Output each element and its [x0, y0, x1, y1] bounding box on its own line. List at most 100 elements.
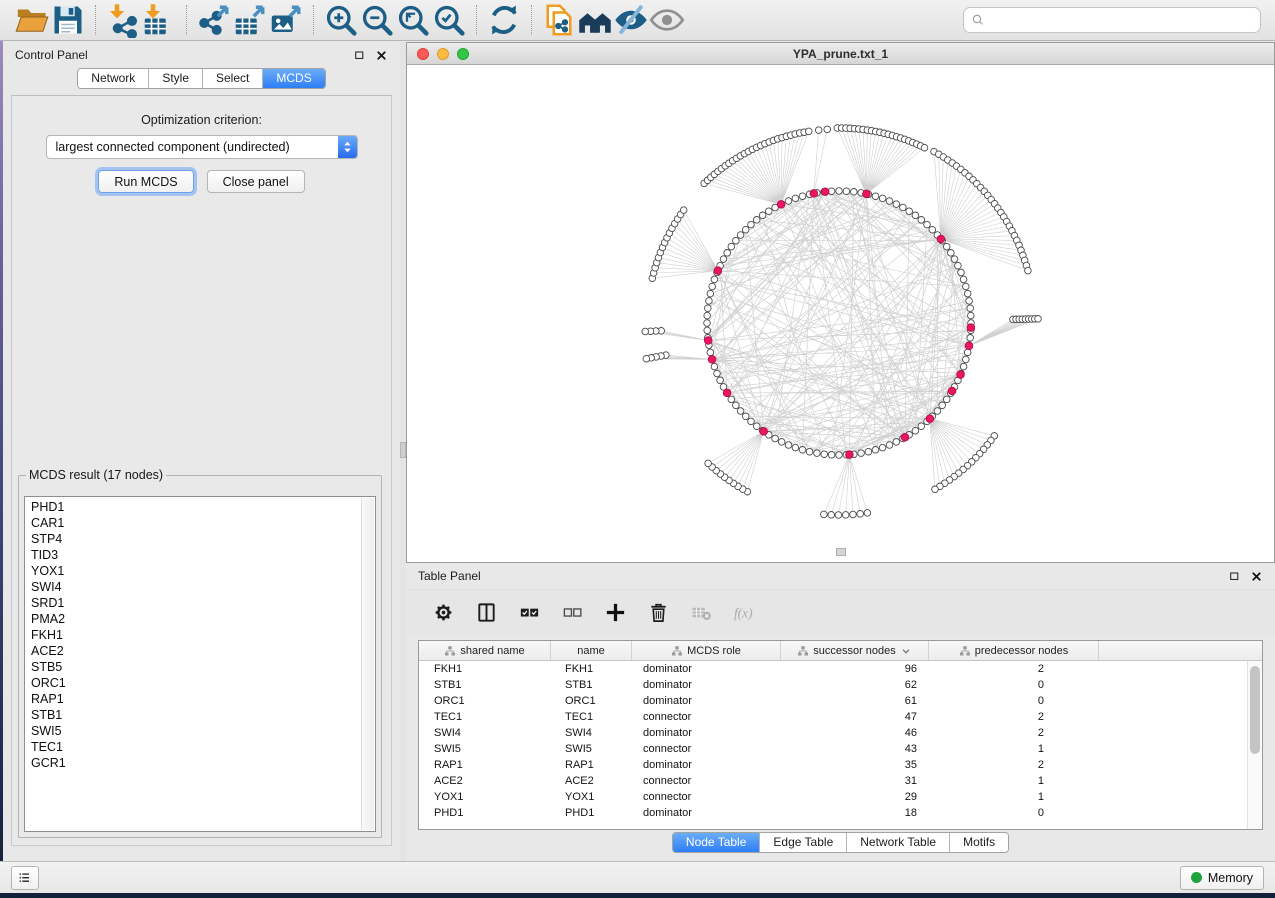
table-cell: TEC1: [419, 709, 551, 725]
table-row[interactable]: SWI4SWI4dominator462: [419, 725, 1247, 741]
table-header-row: shared namenameMCDS rolesuccessor nodesp…: [419, 641, 1262, 661]
duplicate-network-button[interactable]: [541, 4, 577, 36]
zoom-out-button[interactable]: [359, 4, 395, 36]
table-row[interactable]: SWI5SWI5connector431: [419, 741, 1247, 757]
first-neighbors-button[interactable]: [577, 4, 613, 36]
export-image-button[interactable]: [268, 4, 304, 36]
show-all-button[interactable]: [649, 4, 685, 36]
table-cell: 2: [929, 757, 1099, 773]
column-header-name[interactable]: name: [551, 641, 632, 660]
table-row[interactable]: ACE2ACE2connector311: [419, 773, 1247, 789]
tab-motifs[interactable]: Motifs: [950, 833, 1008, 852]
mcds-result-item[interactable]: PHD1: [25, 499, 375, 515]
tab-node-table[interactable]: Node Table: [673, 833, 761, 852]
table-scrollbar-thumb[interactable]: [1250, 666, 1260, 754]
mcds-result-item[interactable]: STB1: [25, 707, 375, 723]
table-row[interactable]: ORC1ORC1dominator610: [419, 693, 1247, 709]
gear-button[interactable]: [430, 600, 456, 626]
export-network-button[interactable]: [196, 4, 232, 36]
mcds-result-item[interactable]: STP4: [25, 531, 375, 547]
select-all-button[interactable]: [516, 600, 542, 626]
mcds-result-item[interactable]: CAR1: [25, 515, 375, 531]
panel-list-button[interactable]: [11, 866, 39, 890]
trash-button[interactable]: [645, 600, 671, 626]
mcds-result-item[interactable]: SWI5: [25, 723, 375, 739]
close-panel-icon[interactable]: [375, 49, 388, 62]
toolbar-separator: [476, 5, 477, 35]
column-header-predecessor-nodes[interactable]: predecessor nodes: [929, 641, 1099, 660]
mcds-result-item[interactable]: STB5: [25, 659, 375, 675]
mcds-result-item[interactable]: SWI4: [25, 579, 375, 595]
mcds-result-item[interactable]: SRD1: [25, 595, 375, 611]
leaf-nodes[interactable]: [642, 125, 1041, 519]
table-panel-title: Table Panel: [418, 569, 481, 583]
add-icon: [604, 601, 627, 624]
mcds-result-item[interactable]: GCR1: [25, 755, 375, 771]
mcds-result-list[interactable]: PHD1CAR1STP4TID3YOX1SWI4SRD1PMA2FKH1ACE2…: [24, 496, 376, 832]
table-scrollbar[interactable]: [1247, 661, 1262, 829]
canvas-splitter-grip[interactable]: [836, 548, 846, 556]
table-row[interactable]: TEC1TEC1connector472: [419, 709, 1247, 725]
search-icon: [970, 12, 986, 28]
table-cell: YOX1: [419, 789, 551, 805]
mcds-result-item[interactable]: YOX1: [25, 563, 375, 579]
unselect-all-button[interactable]: [559, 600, 585, 626]
tab-select[interactable]: Select: [203, 69, 263, 88]
close-table-panel-icon[interactable]: [1250, 570, 1263, 583]
table-row[interactable]: STB1STB1dominator620: [419, 677, 1247, 693]
table-row[interactable]: FKH1FKH1dominator962: [419, 661, 1247, 677]
export-table-button[interactable]: [232, 4, 268, 36]
search-input[interactable]: [986, 13, 1254, 27]
tab-edge-table[interactable]: Edge Table: [760, 833, 847, 852]
mcds-result-item[interactable]: TID3: [25, 547, 375, 563]
maximize-window-button[interactable]: [457, 48, 469, 60]
float-table-panel-icon[interactable]: [1228, 570, 1241, 583]
mcds-result-item[interactable]: ORC1: [25, 675, 375, 691]
table-cell: connector: [632, 709, 781, 725]
tab-network[interactable]: Network: [78, 69, 149, 88]
mcds-result-item[interactable]: ACE2: [25, 643, 375, 659]
run-mcds-button[interactable]: Run MCDS: [98, 170, 193, 193]
memory-status-icon: [1191, 872, 1202, 883]
close-window-button[interactable]: [417, 48, 429, 60]
open-button[interactable]: [14, 4, 50, 36]
float-panel-icon[interactable]: [353, 49, 366, 62]
minimize-window-button[interactable]: [437, 48, 449, 60]
main-toolbar: [0, 0, 1275, 41]
column-header-shared-name[interactable]: shared name: [419, 641, 551, 660]
add-button[interactable]: [602, 600, 628, 626]
hide-selected-button[interactable]: [613, 4, 649, 36]
mcds-result-item[interactable]: RAP1: [25, 691, 375, 707]
mcds-result-item[interactable]: PMA2: [25, 611, 375, 627]
columns-button[interactable]: [473, 600, 499, 626]
network-graph[interactable]: [407, 65, 1274, 563]
network-titlebar[interactable]: YPA_prune.txt_1: [407, 43, 1274, 65]
refresh-button[interactable]: [486, 4, 522, 36]
svg-text:f(x): f(x): [733, 605, 752, 620]
save-button[interactable]: [50, 4, 86, 36]
status-bar: Memory: [0, 861, 1275, 893]
column-header-successor-nodes[interactable]: successor nodes: [781, 641, 929, 660]
table-cell: RAP1: [551, 757, 632, 773]
search-box[interactable]: [963, 7, 1261, 33]
table-row[interactable]: YOX1YOX1connector291: [419, 789, 1247, 805]
table-cell: SWI4: [419, 725, 551, 741]
table-row[interactable]: RAP1RAP1dominator352: [419, 757, 1247, 773]
network-canvas[interactable]: [407, 65, 1274, 562]
tab-style[interactable]: Style: [149, 69, 203, 88]
column-header-MCDS-role[interactable]: MCDS role: [632, 641, 781, 660]
tab-mcds[interactable]: MCDS: [263, 69, 324, 88]
mcds-result-item[interactable]: FKH1: [25, 627, 375, 643]
import-table-button[interactable]: [141, 4, 177, 36]
table-row[interactable]: PHD1PHD1dominator180: [419, 805, 1247, 821]
close-panel-button[interactable]: Close panel: [207, 170, 305, 193]
memory-button[interactable]: Memory: [1180, 866, 1264, 890]
import-network-button[interactable]: [105, 4, 141, 36]
zoom-selected-button[interactable]: [431, 4, 467, 36]
zoom-fit-button[interactable]: [395, 4, 431, 36]
zoom-in-button[interactable]: [323, 4, 359, 36]
list-scrollbar[interactable]: [361, 498, 374, 830]
criterion-select[interactable]: largest connected component (undirected): [46, 135, 358, 159]
tab-network-table[interactable]: Network Table: [847, 833, 950, 852]
mcds-result-item[interactable]: TEC1: [25, 739, 375, 755]
